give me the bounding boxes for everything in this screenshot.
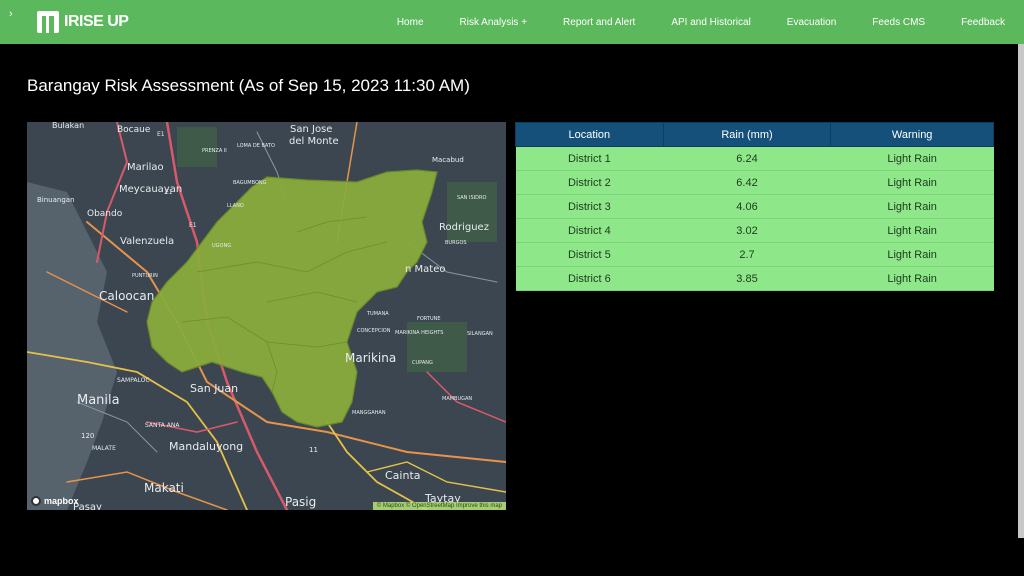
map-label-r120: 120 bbox=[81, 432, 94, 440]
mapbox-logo-icon bbox=[31, 496, 41, 506]
nav-evacuation[interactable]: Evacuation bbox=[787, 17, 836, 28]
map-label-rodriguez: Rodriguez bbox=[439, 222, 489, 233]
irise-logo-icon bbox=[37, 11, 59, 33]
table-row: District 2 6.42 Light Rain bbox=[515, 170, 994, 195]
map-label-marikinaheights: MARIKINA HEIGHTS bbox=[395, 330, 443, 336]
map-label-macabud: Macabud bbox=[432, 156, 464, 164]
cell-location: District 6 bbox=[515, 266, 664, 291]
map-label-lomadebato: LOMA DE BATO bbox=[237, 143, 275, 149]
cell-location: District 1 bbox=[515, 146, 664, 171]
map-canvas[interactable]: Bulakan Bocaue E1 San Jose del Monte Mac… bbox=[27, 122, 506, 510]
cell-location: District 2 bbox=[515, 170, 664, 195]
brand-name: IRISE UP bbox=[64, 13, 129, 30]
nav-api-historical[interactable]: API and Historical bbox=[671, 17, 750, 28]
nav-links: Home Risk Analysis + Report and Alert AP… bbox=[379, 0, 1024, 44]
map-label-fortune: FORTUNE bbox=[417, 316, 441, 322]
nav-feedback[interactable]: Feedback bbox=[961, 17, 1005, 28]
header-rain: Rain (mm) bbox=[662, 122, 832, 147]
map-label-llano: LLANO bbox=[227, 203, 244, 209]
mapbox-logo-text: mapbox bbox=[44, 496, 79, 506]
map-label-valenzuela: Valenzuela bbox=[120, 236, 174, 247]
cell-location: District 4 bbox=[515, 218, 664, 243]
map-label-r11: 11 bbox=[309, 446, 318, 454]
rainfall-table: Location Rain (mm) Warning District 1 6.… bbox=[515, 122, 994, 291]
map-label-bulakan: Bulakan bbox=[52, 122, 84, 130]
map-label-sampaloc: SAMPALOC bbox=[117, 377, 150, 384]
map-label-silangan: SILANGAN bbox=[467, 331, 493, 337]
map-label-cupang: CUPANG bbox=[412, 360, 433, 366]
table-row: District 1 6.24 Light Rain bbox=[515, 146, 994, 171]
map-label-caloocan: Caloocan bbox=[99, 289, 154, 303]
map-label-binuangan: Binuangan bbox=[37, 196, 75, 204]
map-label-makati: Makati bbox=[144, 481, 184, 495]
map-label-e1a: E1 bbox=[157, 131, 165, 138]
table-row: District 5 2.7 Light Rain bbox=[515, 242, 994, 267]
map-label-manggahan: MANGGAHAN bbox=[352, 410, 386, 416]
mapbox-logo[interactable]: mapbox bbox=[31, 496, 79, 506]
map-label-e1c: E1 bbox=[189, 222, 197, 229]
map-label-sanisidro: SAN ISIDRO bbox=[457, 195, 486, 201]
map-label-obando: Obando bbox=[87, 209, 123, 219]
map-label-sanjose: San Jose bbox=[290, 124, 332, 135]
map-label-delmonte: del Monte bbox=[289, 136, 339, 147]
park-area bbox=[177, 127, 217, 167]
map-label-cainta: Cainta bbox=[385, 469, 421, 482]
map-label-mambugan: MAMBUGAN bbox=[442, 396, 472, 402]
cell-warning: Light Rain bbox=[830, 266, 994, 291]
cell-location: District 5 bbox=[515, 242, 664, 267]
map-label-marikina: Marikina bbox=[345, 351, 396, 365]
nav-home[interactable]: Home bbox=[397, 17, 424, 28]
cell-warning: Light Rain bbox=[830, 218, 994, 243]
cell-rain: 2.7 bbox=[663, 242, 831, 267]
map-label-tumana: TUMANA bbox=[366, 311, 389, 317]
page-scrollbar[interactable] bbox=[1018, 44, 1024, 538]
map-label-burgos: BURGOS bbox=[445, 240, 467, 246]
header-location: Location bbox=[515, 122, 664, 147]
brand-logo-link[interactable]: IRISE UP bbox=[36, 10, 129, 34]
cell-warning: Light Rain bbox=[830, 242, 994, 267]
map-label-pasig: Pasig bbox=[285, 495, 316, 509]
table-header-row: Location Rain (mm) Warning bbox=[515, 122, 994, 147]
table-row: District 3 4.06 Light Rain bbox=[515, 194, 994, 219]
map-label-marilao: Marilao bbox=[127, 162, 164, 173]
map-label-sanjuan: San Juan bbox=[190, 382, 238, 395]
cell-location: District 3 bbox=[515, 194, 664, 219]
nav-report-alert[interactable]: Report and Alert bbox=[563, 17, 635, 28]
nav-feeds-cms[interactable]: Feeds CMS bbox=[872, 17, 925, 28]
cell-rain: 3.85 bbox=[663, 266, 831, 291]
map-attribution[interactable]: © Mapbox © OpenStreetMap Improve this ma… bbox=[372, 502, 506, 510]
map-label-santaana: SANTA ANA bbox=[145, 422, 180, 429]
cell-warning: Light Rain bbox=[830, 170, 994, 195]
top-navbar: › IRISE UP Home Risk Analysis + Report a… bbox=[0, 0, 1024, 44]
nav-risk-analysis[interactable]: Risk Analysis + bbox=[460, 17, 528, 28]
table-row: District 4 3.02 Light Rain bbox=[515, 218, 994, 243]
map-label-bocaue: Bocaue bbox=[117, 125, 151, 135]
map-label-sanmateo: n Mateo bbox=[405, 264, 445, 275]
table-row: District 6 3.85 Light Rain bbox=[515, 266, 994, 291]
map-label-meycauayan: Meycauayan bbox=[119, 184, 182, 195]
map-label-prenza: PRENZA II bbox=[202, 148, 227, 154]
sidebar-toggle-icon[interactable]: › bbox=[9, 8, 13, 20]
cell-rain: 3.02 bbox=[663, 218, 831, 243]
map-label-punturin: PUNTURIN bbox=[132, 273, 158, 279]
map-label-mandaluyong: Mandaluyong bbox=[169, 440, 243, 453]
cell-warning: Light Rain bbox=[830, 194, 994, 219]
park-area bbox=[447, 182, 497, 242]
map-label-concepcion: CONCEPCION bbox=[357, 328, 391, 334]
cell-rain: 6.24 bbox=[663, 146, 831, 171]
cell-rain: 6.42 bbox=[663, 170, 831, 195]
risk-map[interactable]: Bulakan Bocaue E1 San Jose del Monte Mac… bbox=[27, 122, 506, 510]
map-label-ugong: UGONG bbox=[212, 243, 231, 249]
map-label-manila: Manila bbox=[77, 393, 120, 408]
map-label-malate: MALATE bbox=[92, 445, 116, 452]
map-label-e1b: E1 bbox=[165, 189, 173, 196]
map-label-bagumbong: BAGUMBONG bbox=[233, 180, 267, 186]
header-warning: Warning bbox=[830, 122, 994, 147]
page-title: Barangay Risk Assessment (As of Sep 15, … bbox=[27, 76, 470, 95]
cell-rain: 4.06 bbox=[663, 194, 831, 219]
cell-warning: Light Rain bbox=[830, 146, 994, 171]
